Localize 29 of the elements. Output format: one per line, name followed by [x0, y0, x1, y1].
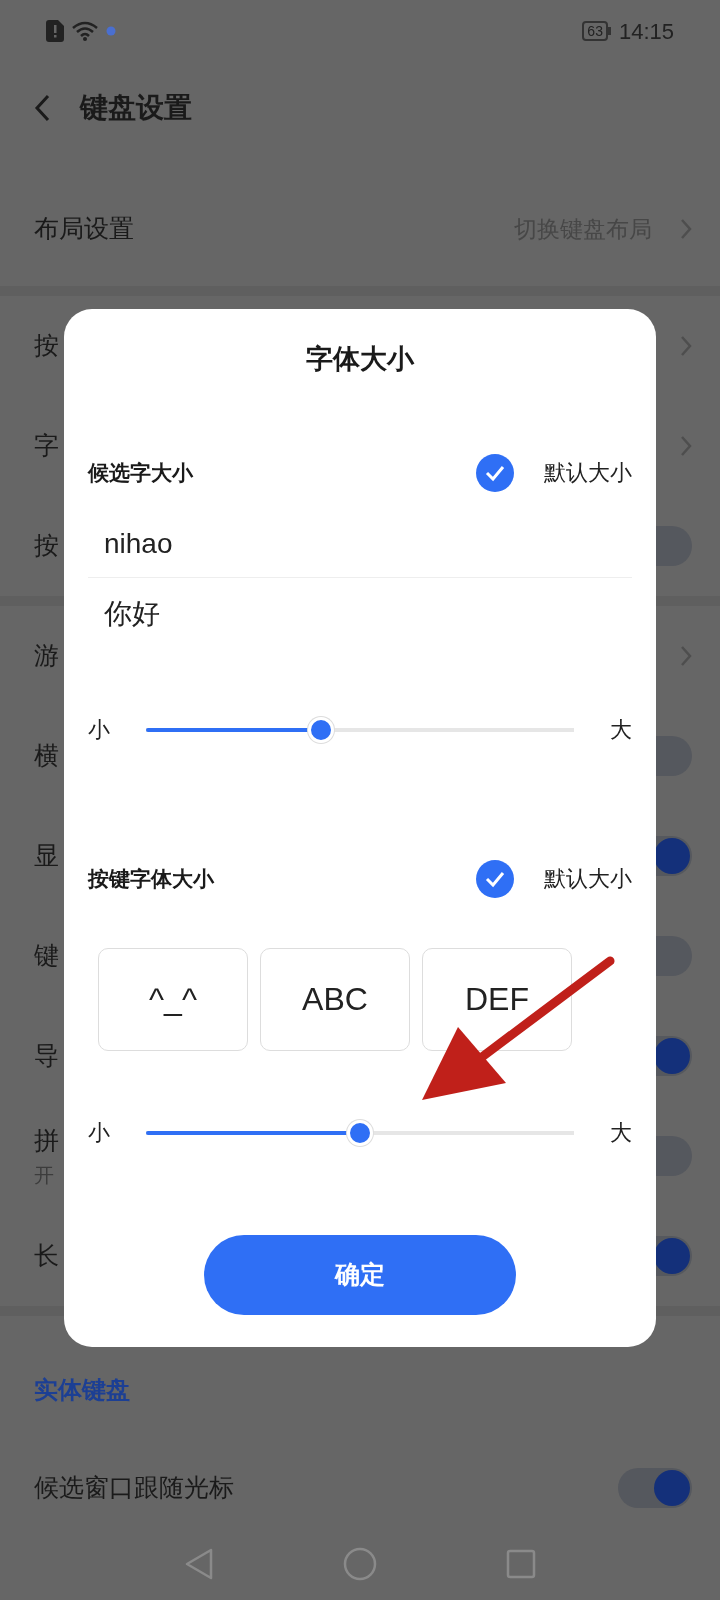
row-label: 横 [34, 740, 59, 772]
preview-text: nihao [104, 527, 173, 561]
clock: 14:15 [618, 17, 674, 46]
row-label: 按 [34, 530, 59, 562]
section-label: 按键字体大小 [88, 865, 214, 892]
dialog-title: 字体大小 [306, 343, 414, 376]
preview-text: 你好 [104, 596, 160, 631]
key-preview: ^_^ [98, 947, 248, 1051]
page-title: 键盘设置 [80, 91, 192, 125]
row-label: 按 [34, 330, 59, 362]
default-size-label: 默认大小 [544, 865, 632, 893]
row-label: 键 [34, 940, 59, 972]
row-label: 游 [34, 640, 59, 672]
row-label: 长 [34, 1240, 59, 1272]
row-label: 候选窗口跟随光标 [34, 1472, 234, 1504]
row-label: 字 [34, 430, 59, 462]
max-label: 大 [610, 716, 632, 744]
section-label: 候选字大小 [88, 459, 193, 486]
min-label: 小 [88, 716, 111, 744]
min-label: 小 [88, 1119, 111, 1147]
key-preview: ABC [260, 947, 410, 1051]
row-label: 显 [34, 840, 59, 872]
section-title: 实体键盘 [34, 1375, 130, 1405]
row-label: 布局设置 [34, 213, 134, 245]
max-label: 大 [610, 1119, 632, 1147]
battery-indicator: 63 [582, 21, 611, 41]
default-size-label: 默认大小 [544, 459, 632, 487]
row-label: 拼 [34, 1125, 59, 1157]
row-label: 导 [34, 1040, 59, 1072]
